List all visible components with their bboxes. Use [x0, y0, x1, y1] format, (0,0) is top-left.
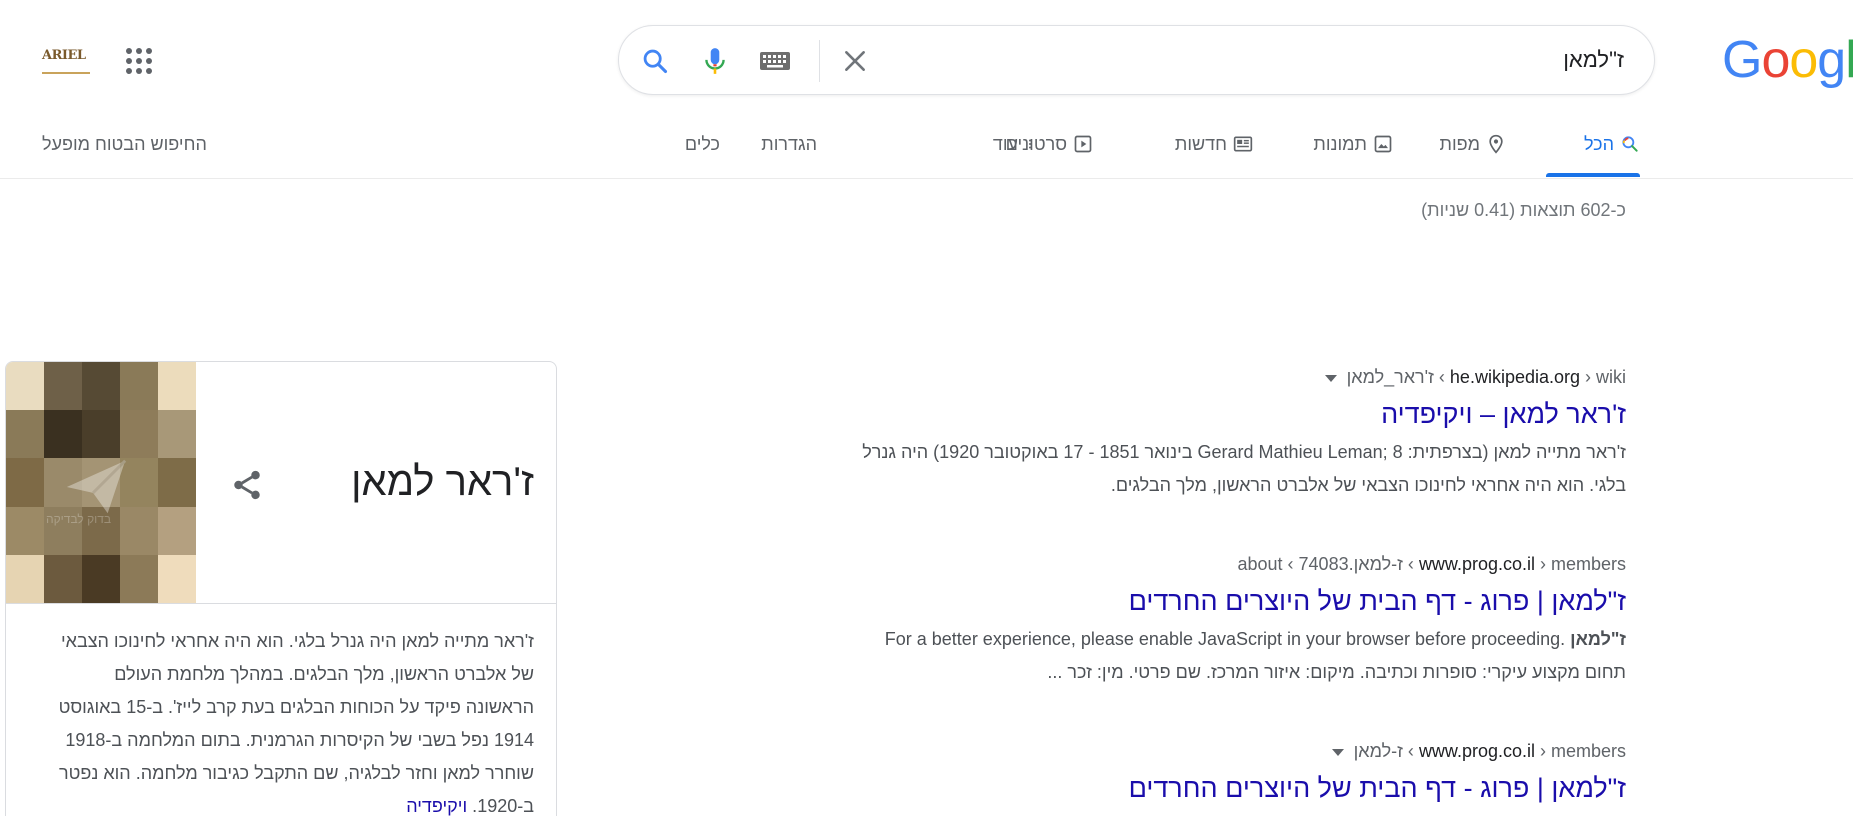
- news-icon: [1233, 136, 1253, 152]
- search-result: he.wikipedia.org › wiki › ז'ראר_למאן ז'ר…: [756, 364, 1626, 502]
- snippet-line: ז'ראר מתייה למאן (בצרפתית: Gerard Mathie…: [862, 442, 1626, 462]
- tab-label: הגדרות: [761, 134, 817, 154]
- tabs-divider: [0, 178, 1853, 179]
- google-logo[interactable]: Google: [1722, 30, 1853, 90]
- knowledge-panel: בדוק לבדיקה ז'ראר למאן ז'ראר מתייה למאן …: [5, 361, 557, 816]
- tab-news[interactable]: חדשות: [1175, 134, 1253, 180]
- close-icon[interactable]: [837, 43, 873, 79]
- search-box-divider: [819, 40, 820, 82]
- image-tile: [6, 410, 44, 459]
- result-title[interactable]: ז'ראר למאן – ויקיפדיה: [756, 394, 1626, 434]
- tab-more[interactable]: עוד: [993, 134, 1036, 180]
- tab-label: כלים: [684, 134, 720, 154]
- tab-images[interactable]: תמונות: [1313, 134, 1393, 180]
- search-input[interactable]: [926, 46, 1626, 74]
- tab-label: הכל: [1583, 134, 1614, 154]
- tab-label: עוד: [992, 134, 1018, 154]
- result-domain: www.prog.co.il: [1418, 554, 1535, 574]
- result-breadcrumb[interactable]: www.prog.co.il › members › ז-למאן: [756, 738, 1626, 764]
- image-icon: [1374, 135, 1392, 153]
- image-tile: [6, 458, 44, 507]
- description-text: ז'ראר מתייה למאן היה גנרל בלגי. הוא היה …: [58, 631, 534, 816]
- result-snippet: ז"למאן For a better experience, please e…: [756, 623, 1626, 689]
- result-breadcrumb[interactable]: www.prog.co.il › members › ז-למאן.74083 …: [756, 551, 1626, 577]
- image-tile: [82, 554, 120, 603]
- tab-label: חדשות: [1174, 134, 1227, 154]
- result-title[interactable]: ז"למאן | פרוג - דף הבית של היוצרים החרדי…: [756, 581, 1626, 621]
- microphone-icon[interactable]: [697, 43, 733, 79]
- image-tile: [6, 506, 44, 555]
- tab-maps[interactable]: מפות: [1440, 134, 1506, 180]
- snippet-bold-term: ז"למאן: [1570, 629, 1626, 649]
- search-icon[interactable]: [637, 43, 673, 79]
- result-domain: www.prog.co.il: [1418, 741, 1535, 761]
- image-tile: [6, 554, 44, 603]
- image-tile: [6, 362, 44, 411]
- map-pin-icon: [1489, 134, 1503, 154]
- image-watermark: בדוק לבדיקה: [46, 512, 112, 526]
- image-tile: [158, 506, 196, 555]
- logo-letter: o: [1761, 31, 1790, 89]
- logo-letter: l: [1845, 31, 1853, 89]
- snippet-line: בלגי. הוא היה אחראי לחינוכו הצבאי של אלב…: [1110, 475, 1626, 495]
- apps-grid-icon[interactable]: [124, 46, 154, 76]
- image-tile: [44, 362, 82, 411]
- snippet-line: תחום מקצוע עיקרי: סופרות וכתיבה. מיקום: …: [1047, 662, 1626, 682]
- active-tab-indicator: [1546, 173, 1640, 177]
- tab-label: תמונות: [1313, 134, 1367, 154]
- result-menu-icon[interactable]: [1331, 748, 1344, 756]
- search-box: [618, 25, 1655, 95]
- wikipedia-source-link[interactable]: ויקיפדיה: [406, 796, 467, 816]
- image-tile: [120, 554, 158, 603]
- search-results-page: Google ARIEL הכל: [0, 0, 1853, 816]
- snippet-line: ז"למאן For a better experience, please e…: [756, 623, 1626, 656]
- image-tile: [158, 554, 196, 603]
- video-icon: [1074, 135, 1092, 153]
- image-tile: [158, 410, 196, 459]
- result-domain: he.wikipedia.org: [1449, 367, 1580, 387]
- search-tabs: הכל מפות תמונות חדשות סרטונים עוד הגדרות…: [0, 120, 1853, 180]
- image-tile: [120, 362, 158, 411]
- more-vert-icon: [1029, 139, 1031, 149]
- share-icon[interactable]: [230, 468, 264, 502]
- logo-letter: G: [1722, 31, 1762, 89]
- keyboard-icon[interactable]: [757, 43, 793, 79]
- result-title[interactable]: ז"למאן | פרוג - דף הבית של היוצרים החרדי…: [756, 768, 1626, 808]
- image-tile: [44, 554, 82, 603]
- knowledge-panel-divider: [6, 603, 556, 604]
- image-tile: [158, 458, 196, 507]
- knowledge-panel-description: ז'ראר מתייה למאן היה גנרל בלגי. הוא היה …: [54, 625, 534, 816]
- logo-letter: o: [1789, 31, 1818, 89]
- search-result: www.prog.co.il › members › ז-למאן ז"למאן…: [756, 738, 1626, 808]
- result-breadcrumb[interactable]: he.wikipedia.org › wiki › ז'ראר_למאן: [756, 364, 1626, 390]
- knowledge-panel-title: ז'ראר למאן: [351, 460, 534, 504]
- knowledge-panel-image[interactable]: בדוק לבדיקה: [6, 362, 196, 603]
- image-tile: [158, 362, 196, 411]
- logo-letter: g: [1817, 31, 1846, 89]
- safesearch-status[interactable]: החיפוש הבטוח מופעל: [42, 134, 207, 155]
- snippet-text: For a better experience, please enable J…: [884, 629, 1566, 649]
- search-result: www.prog.co.il › members › ז-למאן.74083 …: [756, 551, 1626, 689]
- tab-settings[interactable]: הגדרות: [761, 134, 817, 180]
- result-snippet: ז'ראר מתייה למאן (בצרפתית: Gerard Mathie…: [756, 436, 1626, 502]
- image-tile: [82, 362, 120, 411]
- result-stats: כ-602 תוצאות (0.41 שניות): [1421, 200, 1626, 220]
- result-menu-icon[interactable]: [1324, 374, 1337, 382]
- avatar[interactable]: ARIEL: [42, 48, 90, 74]
- tab-tools[interactable]: כלים: [685, 134, 720, 180]
- search-icon: [1622, 136, 1638, 152]
- tab-label: מפות: [1439, 134, 1480, 154]
